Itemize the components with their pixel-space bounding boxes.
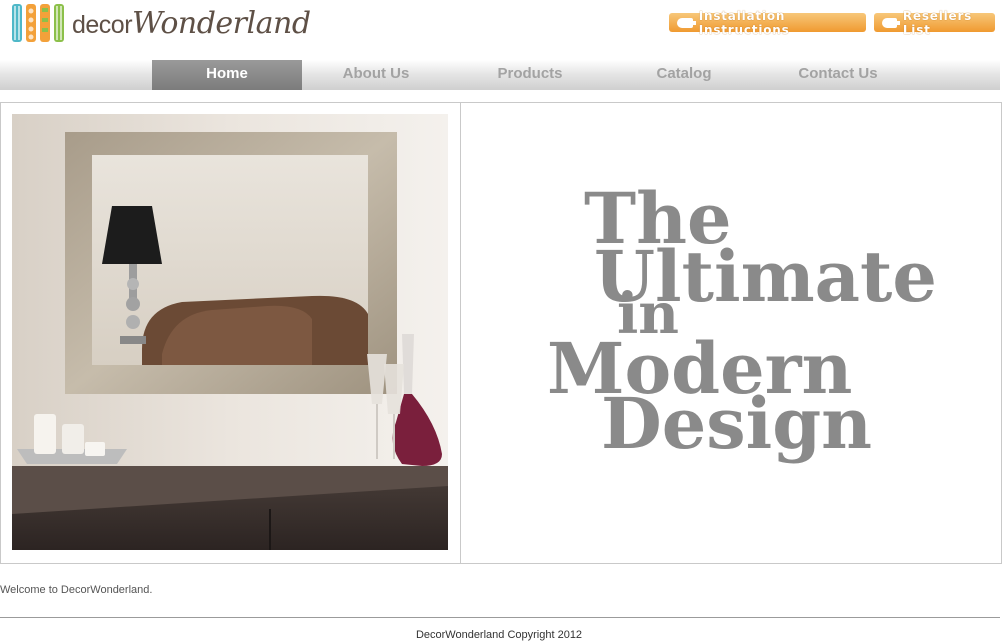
logo-mark-icon xyxy=(12,3,64,43)
nav-item-about-us[interactable]: About Us xyxy=(302,60,450,90)
site-header: decor Wonderland Installation Instructio… xyxy=(0,0,1002,60)
copyright-text: DecorWonderland Copyright 2012 xyxy=(415,629,583,641)
installation-instructions-button[interactable]: Installation Instructions xyxy=(669,9,866,37)
resellers-list-button[interactable]: Resellers List xyxy=(874,9,995,37)
hero-tagline: The Ultimate in Modern Design xyxy=(461,103,1001,563)
logo-text-decor: decor xyxy=(72,10,133,39)
resellers-list-label: Resellers List xyxy=(902,8,973,37)
logo-text-wonderland: Wonderland xyxy=(132,5,311,41)
mirror-product-photo xyxy=(12,114,448,550)
hero-photo-cell xyxy=(1,103,461,563)
nav-item-home[interactable]: Home xyxy=(152,60,302,90)
tagline-line-5: Design xyxy=(601,382,872,465)
main-nav: Home About Us Products Catalog Contact U… xyxy=(0,60,1000,90)
key-icon xyxy=(882,17,900,28)
wrench-icon xyxy=(677,17,696,28)
logo-wordmark: decor Wonderland xyxy=(72,6,311,41)
nav-item-catalog[interactable]: Catalog xyxy=(610,60,758,90)
footer-divider xyxy=(0,617,1000,618)
site-logo[interactable]: decor Wonderland xyxy=(12,2,311,44)
hero-banner: The Ultimate in Modern Design xyxy=(0,102,1002,564)
nav-item-contact-us[interactable]: Contact Us xyxy=(764,60,912,90)
welcome-text: Welcome to DecorWonderland. xyxy=(0,584,153,596)
installation-instructions-label: Installation Instructions xyxy=(698,8,790,37)
nav-item-products[interactable]: Products xyxy=(456,60,604,90)
stripes-icon xyxy=(12,4,64,42)
